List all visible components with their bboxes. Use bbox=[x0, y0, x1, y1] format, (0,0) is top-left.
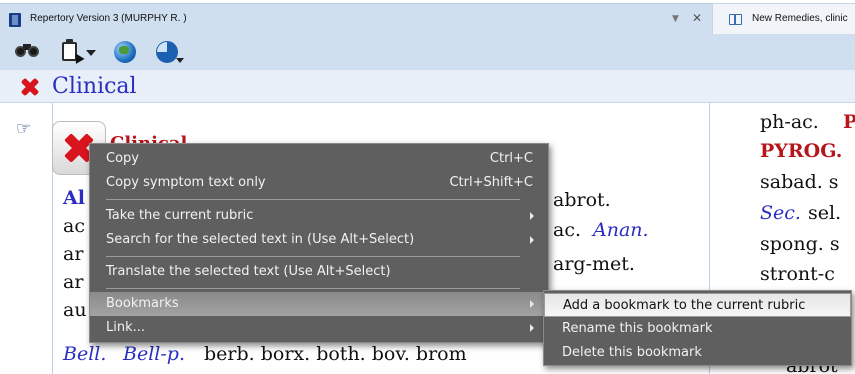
menu-separator bbox=[106, 199, 520, 200]
tab-strip: Repertory Version 3 (MURPHY R. ) ▼ ✕ New… bbox=[0, 0, 855, 34]
remedy-text[interactable]: spong. s bbox=[760, 233, 840, 255]
section-title: Clinical bbox=[52, 74, 137, 99]
chevron-right-icon bbox=[530, 212, 534, 220]
chevron-right-icon bbox=[530, 324, 534, 332]
remedy-text[interactable]: sel. bbox=[808, 202, 841, 224]
remedy-text[interactable]: ar bbox=[63, 271, 83, 293]
remedy-text[interactable]: ac bbox=[63, 215, 85, 237]
menu-item-label: Copy symptom text only bbox=[106, 175, 266, 190]
menu-item-copy[interactable]: Copy Ctrl+C bbox=[90, 147, 548, 171]
clipboard-cursor-icon[interactable] bbox=[59, 38, 96, 64]
tab-new-remedies[interactable]: New Remedies, clinic bbox=[712, 3, 855, 34]
document-icon bbox=[9, 13, 21, 27]
menu-item-shortcut: Ctrl+C bbox=[489, 151, 533, 166]
clinical-cross-icon bbox=[20, 77, 40, 97]
pie-chart-icon[interactable] bbox=[155, 38, 185, 64]
toolbar bbox=[0, 34, 855, 70]
menu-item-label: Bookmarks bbox=[106, 296, 179, 311]
binoculars-icon[interactable] bbox=[13, 38, 43, 64]
remedy-text[interactable]: ac. bbox=[553, 219, 581, 241]
remedy-text[interactable]: abrot. bbox=[553, 189, 611, 211]
tab-title: Repertory Version 3 (MURPHY R. ) bbox=[30, 13, 187, 24]
chevron-right-icon bbox=[530, 300, 534, 308]
menu-item-label: Copy bbox=[106, 151, 139, 166]
book-icon bbox=[729, 14, 742, 25]
menu-item-label: Rename this bookmark bbox=[562, 321, 713, 336]
menu-item-shortcut: Ctrl+Shift+C bbox=[449, 175, 533, 190]
remedy-text[interactable]: ph-ac. bbox=[760, 111, 819, 133]
menu-item-rename-bookmark[interactable]: Rename this bookmark bbox=[544, 317, 851, 341]
menu-item-delete-bookmark[interactable]: Delete this bookmark bbox=[544, 341, 851, 365]
remedy-text[interactable]: Bell. bbox=[63, 343, 106, 365]
menu-separator bbox=[106, 256, 520, 257]
remedy-text[interactable]: PYROG. bbox=[760, 140, 842, 162]
bookmarks-submenu: Add a bookmark to the current rubric Ren… bbox=[543, 290, 852, 366]
menu-item-search-selected[interactable]: Search for the selected text in (Use Alt… bbox=[90, 228, 548, 252]
menu-item-label: Add a bookmark to the current rubric bbox=[563, 298, 806, 313]
tab-dropdown-icon[interactable]: ▼ bbox=[672, 14, 679, 24]
menu-item-copy-symptom[interactable]: Copy symptom text only Ctrl+Shift+C bbox=[90, 171, 548, 195]
globe-icon[interactable] bbox=[113, 38, 141, 64]
remedy-text[interactable]: sabad. s bbox=[760, 171, 839, 193]
remedy-text[interactable]: ar bbox=[63, 243, 83, 265]
menu-item-translate[interactable]: Translate the selected text (Use Alt+Sel… bbox=[90, 260, 548, 284]
menu-item-label: Take the current rubric bbox=[106, 208, 254, 223]
tab-repertory[interactable]: Repertory Version 3 (MURPHY R. ) ▼ ✕ bbox=[0, 3, 712, 34]
remedy-text[interactable]: berb. borx. both. bov. brom bbox=[204, 343, 467, 365]
section-header: Clinical bbox=[0, 70, 855, 103]
menu-item-take-rubric[interactable]: Take the current rubric bbox=[90, 204, 548, 228]
remedy-text[interactable]: Anan. bbox=[593, 219, 649, 241]
remedy-text[interactable]: P bbox=[843, 111, 855, 133]
chevron-down-icon[interactable] bbox=[86, 50, 96, 56]
close-icon[interactable]: ✕ bbox=[692, 11, 702, 25]
menu-item-link[interactable]: Link... bbox=[90, 316, 548, 340]
chevron-down-icon[interactable] bbox=[176, 58, 184, 63]
menu-item-label: Link... bbox=[106, 320, 146, 335]
menu-item-label: Translate the selected text (Use Alt+Sel… bbox=[106, 264, 391, 279]
remedy-text[interactable]: Bell-p. bbox=[123, 343, 185, 365]
menu-separator bbox=[106, 288, 520, 289]
repertory-window: Repertory Version 3 (MURPHY R. ) ▼ ✕ New… bbox=[0, 0, 855, 374]
remedy-text[interactable]: stront-c bbox=[760, 263, 835, 285]
menu-item-label: Search for the selected text in (Use Alt… bbox=[106, 232, 415, 247]
remedy-text[interactable]: Al bbox=[63, 187, 85, 209]
remedy-text[interactable]: Sec. bbox=[760, 202, 801, 224]
tab-title: New Remedies, clinic bbox=[752, 13, 848, 24]
context-menu: Copy Ctrl+C Copy symptom text only Ctrl+… bbox=[89, 143, 549, 343]
pointing-hand-icon[interactable]: ☞ bbox=[16, 119, 31, 139]
remedy-text[interactable]: au bbox=[63, 299, 87, 321]
menu-item-add-bookmark[interactable]: Add a bookmark to the current rubric bbox=[544, 293, 851, 317]
chevron-right-icon bbox=[530, 236, 534, 244]
remedy-text[interactable]: arg-met. bbox=[553, 253, 635, 275]
menu-item-bookmarks[interactable]: Bookmarks bbox=[90, 292, 548, 316]
menu-item-label: Delete this bookmark bbox=[562, 345, 702, 360]
